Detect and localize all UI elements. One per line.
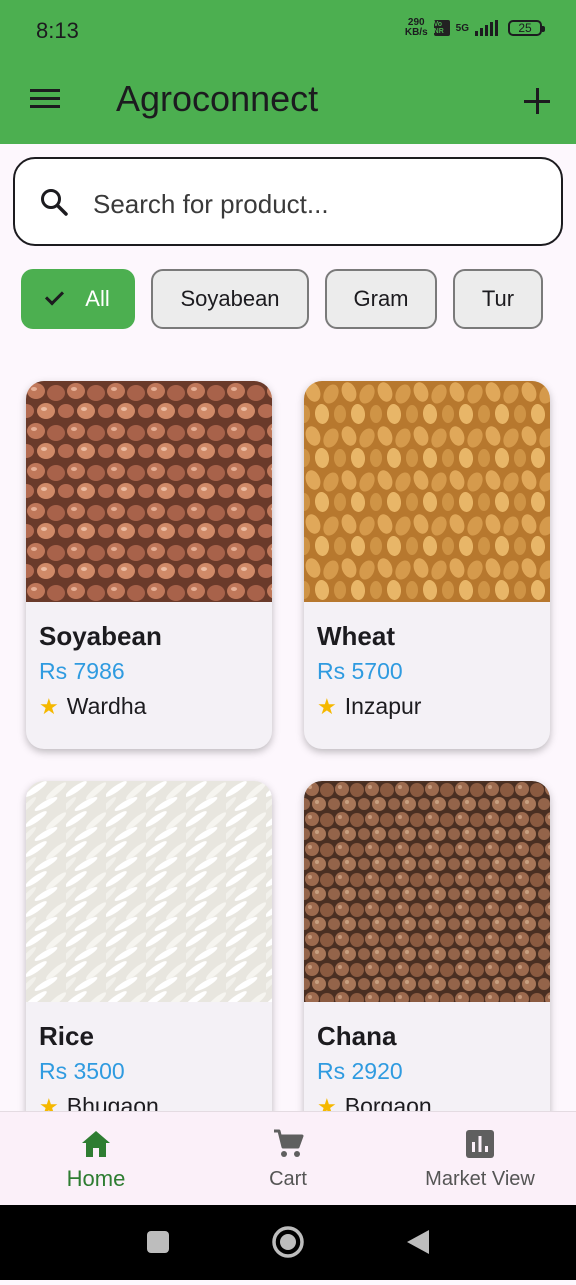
filter-chip-label: All xyxy=(85,286,110,311)
rice-image xyxy=(26,781,272,1002)
wheat-image xyxy=(304,381,550,602)
app-bar: 8:13 290 KB/s Vo NR 5G 25 Agroconnect xyxy=(0,0,576,144)
filter-chip-tur[interactable]: Tur xyxy=(453,269,543,329)
product-card-wheat[interactable]: Wheat Rs 5700 ★ Inzapur xyxy=(304,381,550,749)
bar-chart-icon xyxy=(466,1130,494,1158)
bottom-navigation: Home Cart Market View xyxy=(0,1111,576,1206)
filter-chip-label: Gram xyxy=(353,286,409,311)
nav-label: Home xyxy=(66,1166,126,1191)
soyabean-image xyxy=(26,381,272,602)
home-circle-icon xyxy=(272,1226,304,1258)
recents-button[interactable] xyxy=(118,1205,198,1280)
recents-icon xyxy=(147,1231,169,1253)
filter-chip-label: Tur xyxy=(481,286,515,311)
product-location: ★ Wardha xyxy=(39,693,146,720)
status-icons: 290 KB/s Vo NR 5G 25 xyxy=(405,18,545,38)
product-card-soyabean[interactable]: Soyabean Rs 7986 ★ Wardha xyxy=(26,381,272,749)
home-button[interactable] xyxy=(248,1205,328,1280)
hamburger-menu-icon[interactable] xyxy=(28,84,62,114)
system-navigation-bar xyxy=(0,1205,576,1280)
network-type: 5G xyxy=(455,22,469,34)
location-label: Inzapur xyxy=(344,693,422,719)
product-name: Soyabean xyxy=(39,621,162,651)
network-speed-unit: KB/s xyxy=(404,27,428,38)
product-location: ★ Inzapur xyxy=(317,693,421,720)
product-price: Rs 5700 xyxy=(317,658,403,684)
nav-label: Market View xyxy=(425,1168,535,1190)
filter-chip-all[interactable]: All xyxy=(21,269,135,329)
search-icon xyxy=(41,189,68,216)
search-input[interactable] xyxy=(91,183,535,225)
plus-icon[interactable] xyxy=(520,84,554,118)
battery-icon: 25 xyxy=(508,20,545,36)
cart-icon xyxy=(274,1129,304,1157)
product-card-rice[interactable]: Rice Rs 3500 ★ Bhugaon xyxy=(26,781,272,1149)
nav-label: Cart xyxy=(269,1168,307,1190)
app-title: Agroconnect xyxy=(116,78,319,119)
product-price: Rs 7986 xyxy=(39,658,125,684)
nav-item-market-view[interactable]: Market View xyxy=(384,1112,576,1206)
product-price: Rs 2920 xyxy=(317,1058,403,1084)
location-label: Wardha xyxy=(66,693,147,719)
product-name: Chana xyxy=(317,1021,397,1051)
status-time: 8:13 xyxy=(36,18,79,43)
star-icon: ★ xyxy=(317,693,337,719)
product-card-chana[interactable]: Chana Rs 2920 ★ Borgaon xyxy=(304,781,550,1149)
product-name: Rice xyxy=(39,1021,94,1051)
status-bar: 8:13 290 KB/s Vo NR 5G 25 xyxy=(0,0,576,60)
product-price: Rs 3500 xyxy=(39,1058,125,1084)
signal-icon xyxy=(475,20,498,36)
nav-item-cart[interactable]: Cart xyxy=(192,1112,384,1206)
search-bar[interactable] xyxy=(13,157,563,246)
home-icon xyxy=(82,1131,110,1157)
volte-icon: Vo NR xyxy=(433,20,450,36)
chana-image xyxy=(304,781,550,1002)
nav-item-home[interactable]: Home xyxy=(0,1112,192,1206)
star-icon: ★ xyxy=(39,693,59,719)
product-name: Wheat xyxy=(317,621,395,651)
back-button[interactable] xyxy=(378,1205,458,1280)
network-speed: 290 KB/s xyxy=(405,18,428,38)
filter-chip-label: Soyabean xyxy=(180,286,280,311)
filter-chip-soyabean[interactable]: Soyabean xyxy=(151,269,309,329)
back-triangle-icon xyxy=(407,1230,429,1254)
check-icon xyxy=(45,286,65,306)
filter-chip-gram[interactable]: Gram xyxy=(325,269,437,329)
